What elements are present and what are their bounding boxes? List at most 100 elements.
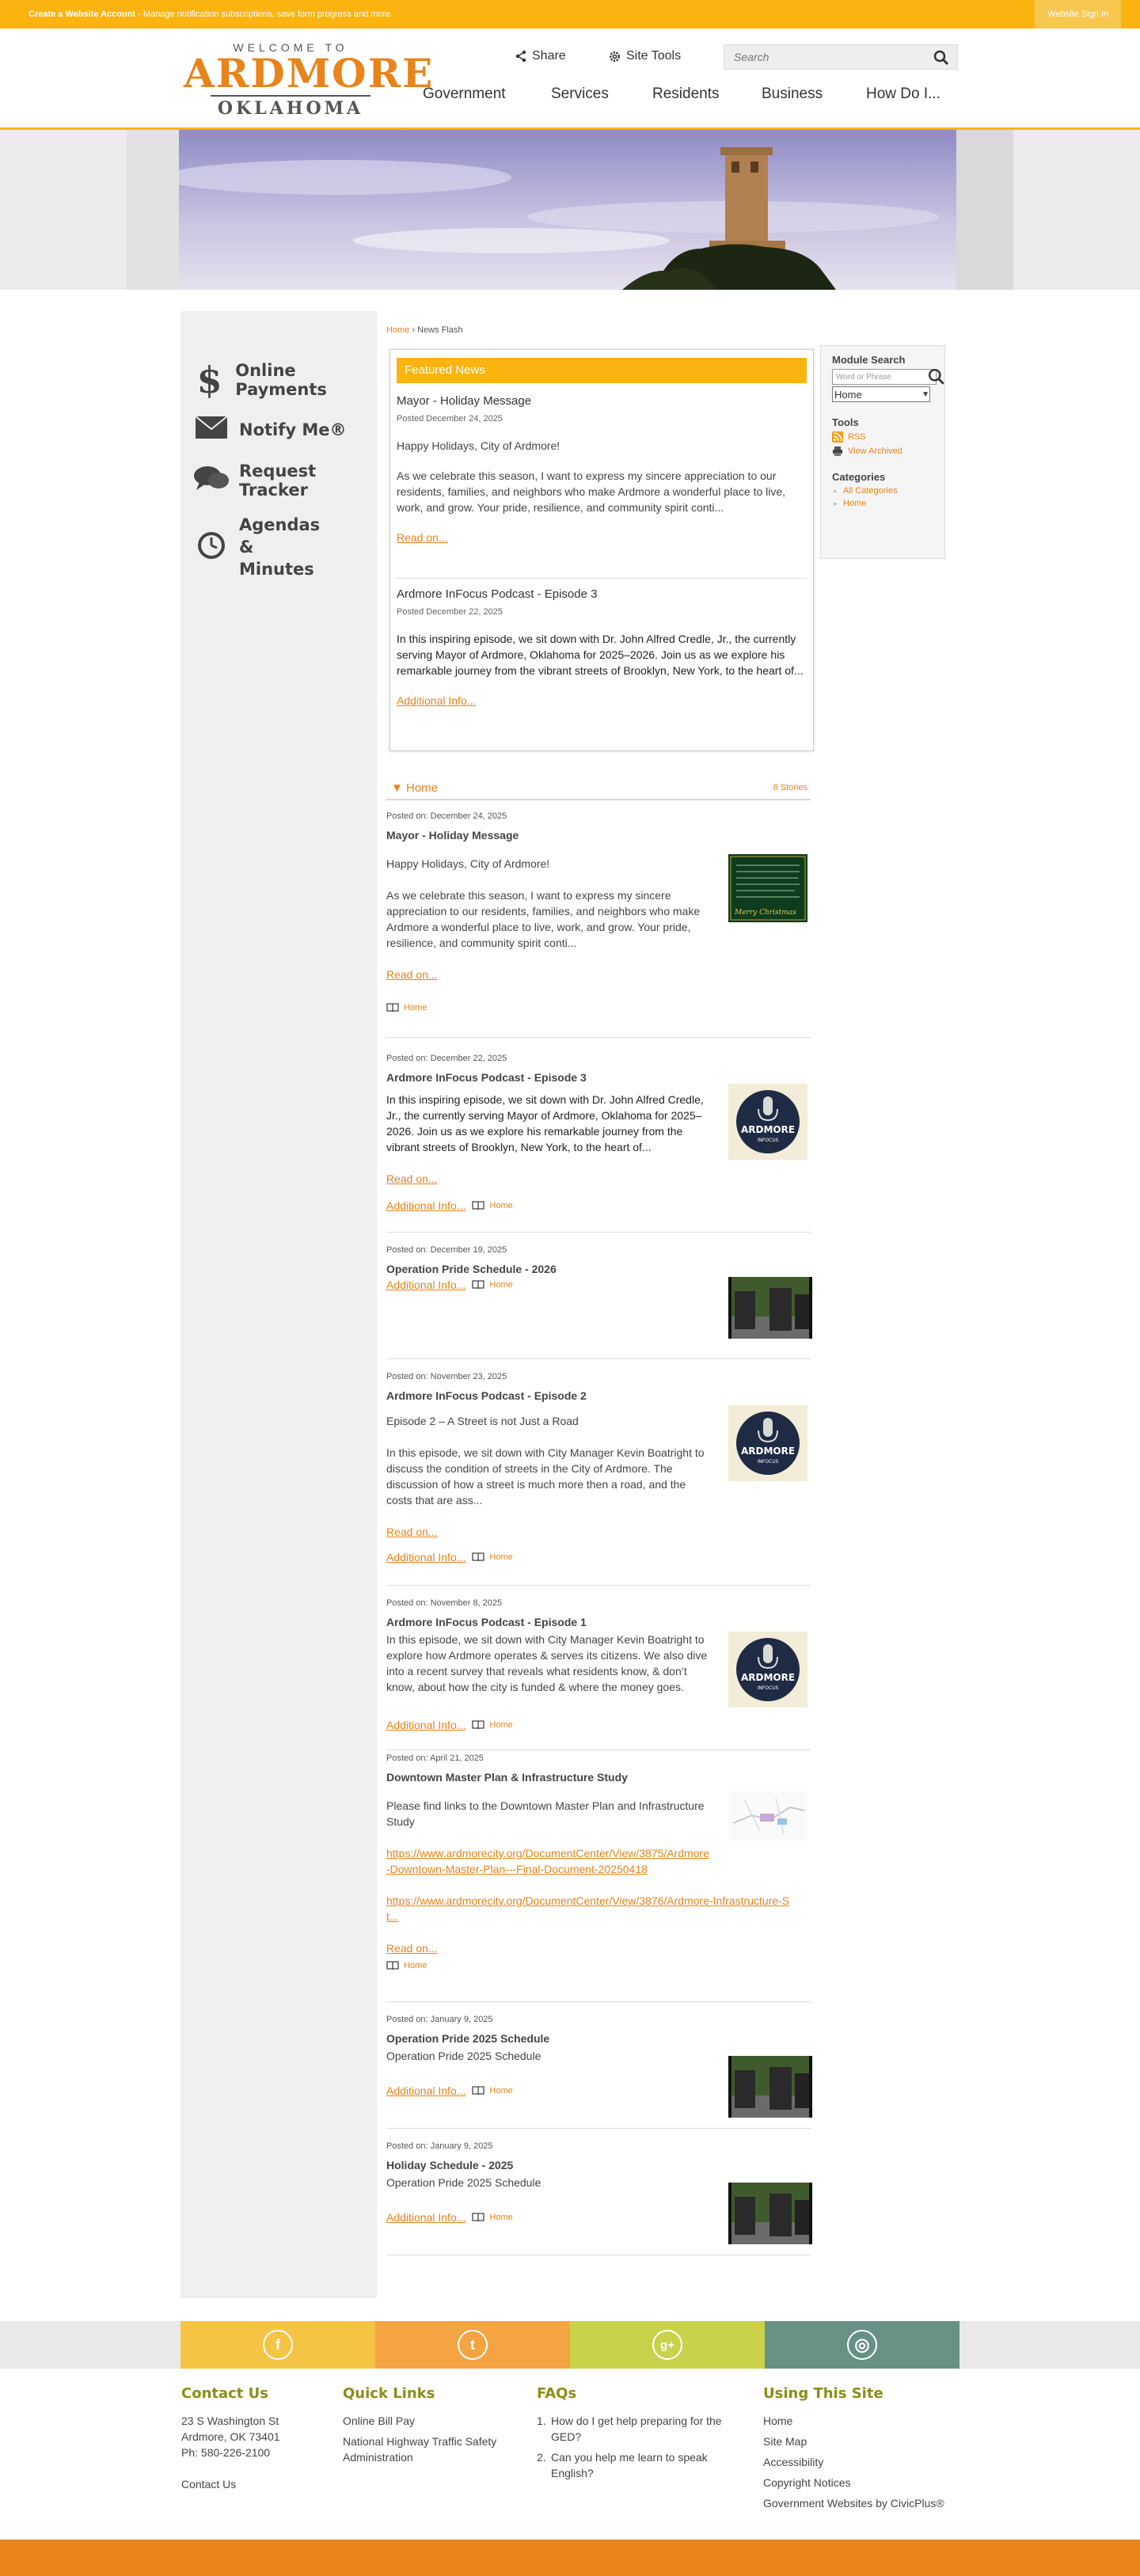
- story-paragraph: Please find links to the Downtown Master…: [386, 1799, 705, 1828]
- quick-link-online-payments[interactable]: $ Online Payments: [193, 359, 377, 401]
- create-account-link[interactable]: Create a Website Account: [28, 9, 135, 19]
- chevron-down-icon: ▼: [922, 389, 929, 399]
- additional-info-link[interactable]: Additional Info...: [386, 2084, 466, 2097]
- printer-icon: [833, 446, 842, 456]
- trash-bins-photo-thumbnail[interactable]: [728, 1277, 812, 1339]
- site-logo[interactable]: WELCOME TO ARDMORE OKLAHOMA: [184, 41, 432, 119]
- story-body: Operation Pride 2025 Schedule: [386, 2048, 711, 2080]
- share-icon: [515, 50, 526, 63]
- view-archived-link[interactable]: View Archived: [832, 446, 933, 457]
- site-footer: Contact Us 23 S Washington St Ardmore, O…: [0, 2369, 1140, 2540]
- story-category-link[interactable]: Home: [472, 2086, 513, 2095]
- breadcrumb-home[interactable]: Home: [386, 325, 409, 335]
- read-on-link[interactable]: Read on...: [386, 968, 438, 981]
- footer-site-link[interactable]: Home: [763, 2413, 969, 2429]
- additional-info-link[interactable]: Additional Info...: [386, 1719, 466, 1731]
- dollar-icon: $: [196, 359, 222, 401]
- map-thumbnail[interactable]: [728, 1791, 808, 1841]
- category-select[interactable]: Home ▼: [832, 386, 930, 402]
- faq-item[interactable]: 1. How do I get help preparing for the GE…: [537, 2413, 735, 2445]
- story-category-link[interactable]: Home: [472, 1552, 513, 1562]
- footer-site-link[interactable]: Accessibility: [763, 2454, 969, 2470]
- podcast-logo-thumbnail[interactable]: ARDMORE INFOCUS: [728, 1084, 808, 1160]
- featured-read-on-link[interactable]: Read on...: [397, 531, 448, 544]
- news-story: Posted on: January 9, 2025 Operation Pri…: [386, 2002, 812, 2129]
- tools-heading: Tools: [832, 416, 859, 428]
- quick-link-request-tracker[interactable]: Request Tracker: [193, 462, 377, 500]
- story-title[interactable]: Mayor - Holiday Message: [386, 829, 519, 842]
- document-link-master-plan[interactable]: https://www.ardmorecity.org/DocumentCent…: [386, 1847, 709, 1875]
- twitter-tile[interactable]: t: [375, 2321, 570, 2369]
- site-tools-button[interactable]: Site Tools: [608, 49, 681, 63]
- story-title[interactable]: Ardmore InFocus Podcast - Episode 2: [386, 1389, 587, 1402]
- faq-item[interactable]: 2. Can you help me learn to speak English…: [537, 2449, 735, 2481]
- footer-quick-link[interactable]: National Highway Traffic Safety Administ…: [343, 2434, 509, 2465]
- facebook-tile[interactable]: f: [180, 2321, 375, 2369]
- christmas-card-thumbnail[interactable]: Merry Christmas: [728, 854, 808, 922]
- footer-contact: Contact Us 23 S Washington St Ardmore, O…: [181, 2386, 324, 2492]
- podcast-logo-thumbnail[interactable]: ARDMORE INFOCUS: [728, 1632, 808, 1708]
- story-title[interactable]: Downtown Master Plan & Infrastructure St…: [386, 1771, 628, 1784]
- featured-item-title[interactable]: Ardmore InFocus Podcast - Episode 3: [397, 587, 807, 601]
- additional-info-link[interactable]: Additional Info...: [386, 1551, 466, 1563]
- story-title[interactable]: Operation Pride Schedule - 2026: [386, 1263, 557, 1275]
- nav-business[interactable]: Business: [762, 85, 823, 103]
- footer-contact-link[interactable]: Contact Us: [181, 2476, 324, 2492]
- read-on-link[interactable]: Read on...: [386, 1942, 438, 1955]
- category-link-home[interactable]: Home: [834, 499, 933, 508]
- story-category-link[interactable]: Home: [386, 1003, 427, 1013]
- quick-link-notify-me[interactable]: Notify Me®: [193, 416, 347, 443]
- read-on-link[interactable]: Read on...: [386, 1172, 438, 1185]
- story-category-link[interactable]: Home: [472, 2213, 513, 2222]
- story-title[interactable]: Ardmore InFocus Podcast - Episode 3: [386, 1071, 587, 1084]
- featured-additional-info-link[interactable]: Additional Info...: [397, 694, 476, 707]
- website-sign-in-button[interactable]: Website Sign In: [1035, 0, 1121, 28]
- additional-info-link[interactable]: Additional Info...: [386, 1279, 466, 1291]
- category-link-all[interactable]: All Categories: [834, 486, 933, 496]
- trash-bins-photo-thumbnail[interactable]: [728, 2056, 812, 2118]
- story-title[interactable]: Ardmore InFocus Podcast - Episode 1: [386, 1616, 587, 1628]
- story-title[interactable]: Holiday Schedule - 2025: [386, 2159, 513, 2171]
- document-link-infrastructure[interactable]: https://www.ardmorecity.org/DocumentCent…: [386, 1894, 789, 1923]
- rss-link[interactable]: RSS: [832, 431, 933, 443]
- nav-residents[interactable]: Residents: [652, 85, 720, 103]
- facebook-icon: f: [263, 2330, 293, 2360]
- story-links: Additional Info... Home: [386, 1279, 513, 1291]
- story-title[interactable]: Operation Pride 2025 Schedule: [386, 2032, 549, 2045]
- additional-info-link[interactable]: Additional Info...: [386, 2211, 466, 2224]
- google-plus-tile[interactable]: g+: [570, 2321, 765, 2369]
- story-posted-date: Posted on: November 8, 2025: [386, 1598, 503, 1608]
- featured-item-title[interactable]: Mayor - Holiday Message: [397, 394, 807, 408]
- faq-question: Can you help me learn to speak English?: [551, 2451, 708, 2479]
- podcast-logo-text: ARDMORE: [741, 1446, 795, 1457]
- quick-link-agendas-minutes[interactable]: Agendas & Minutes: [193, 514, 334, 580]
- podcast-logo-thumbnail[interactable]: ARDMORE INFOCUS: [728, 1405, 808, 1481]
- featured-item-text: As we celebrate this season, I want to e…: [397, 469, 786, 514]
- nav-government[interactable]: Government: [423, 85, 506, 103]
- category-header[interactable]: ▼ Home 8 Stories: [386, 778, 811, 800]
- footer-site-link[interactable]: Government Websites by CivicPlus®: [763, 2495, 969, 2511]
- trash-bins-photo-thumbnail[interactable]: [728, 2183, 812, 2244]
- social-media-band: f t g+ ◎: [0, 2321, 1140, 2369]
- search-input[interactable]: [724, 45, 922, 69]
- footer-faqs: FAQs 1. How do I get help preparing for t…: [537, 2386, 735, 2486]
- additional-info-link[interactable]: Additional Info...: [386, 1199, 466, 1212]
- instagram-tile[interactable]: ◎: [765, 2321, 960, 2369]
- read-on-link[interactable]: Read on...: [386, 1525, 438, 1538]
- module-search-input[interactable]: Word or Phrase: [832, 368, 944, 385]
- left-sidebar: $ Online Payments Notify Me® Request Tra…: [180, 311, 377, 2298]
- search-icon[interactable]: [933, 50, 949, 66]
- nav-how-do-i[interactable]: How Do I...: [866, 85, 940, 103]
- story-category-link[interactable]: Home: [386, 1961, 427, 1970]
- footer-quick-link[interactable]: Online Bill Pay: [343, 2413, 509, 2429]
- footer-site-link[interactable]: Copyright Notices: [763, 2475, 969, 2491]
- footer-site-link[interactable]: Site Map: [763, 2434, 969, 2449]
- story-category-link[interactable]: Home: [472, 1720, 513, 1730]
- search-icon[interactable]: [928, 368, 945, 386]
- story-category-link[interactable]: Home: [472, 1201, 513, 1210]
- story-posted-date: Posted on: December 22, 2025: [386, 1054, 507, 1063]
- nav-services[interactable]: Services: [551, 85, 609, 103]
- share-button[interactable]: Share: [515, 49, 566, 63]
- logo-state: OKLAHOMA: [211, 95, 370, 119]
- story-category-link[interactable]: Home: [472, 1280, 513, 1290]
